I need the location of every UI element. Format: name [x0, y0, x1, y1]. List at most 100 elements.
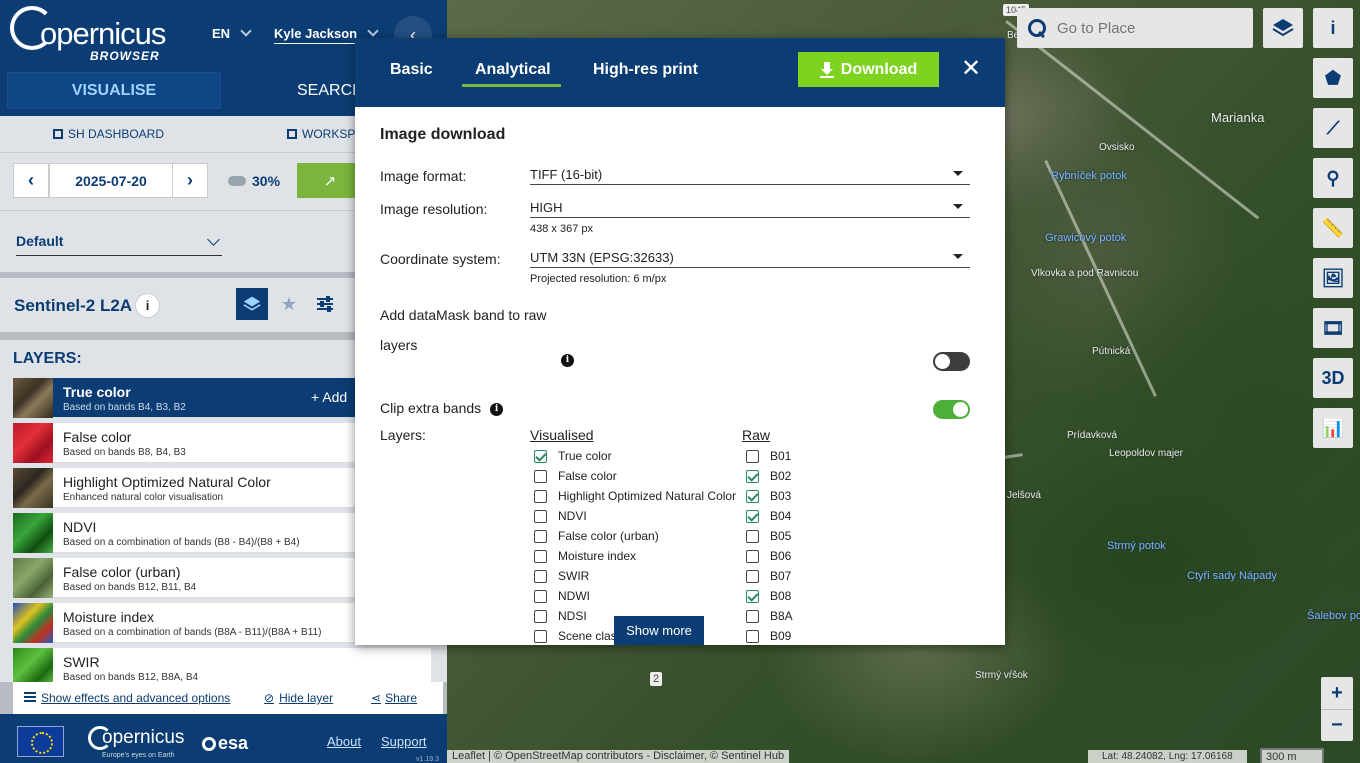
support-link[interactable]: Support: [381, 734, 427, 749]
adjust-sliders-icon[interactable]: [309, 288, 341, 320]
language-select[interactable]: EN: [212, 25, 252, 41]
checkbox-label: Highlight Optimized Natural Color: [558, 489, 737, 503]
visualised-layer-checkbox[interactable]: False color (urban): [534, 526, 659, 546]
raw-band-checkbox[interactable]: B08: [746, 586, 791, 606]
checkbox[interactable]: [746, 449, 759, 463]
search-date-button[interactable]: ↗: [297, 163, 363, 198]
visualised-layer-checkbox[interactable]: False color: [534, 466, 617, 486]
image-format-select[interactable]: TIFF (16-bit): [530, 163, 970, 185]
about-link[interactable]: About: [327, 734, 361, 749]
image-download-icon[interactable]: 🖼: [1313, 258, 1353, 298]
zoom-out-button[interactable]: −: [1321, 709, 1353, 741]
tab-high-res-print[interactable]: High-res print: [593, 61, 698, 79]
checkbox[interactable]: [534, 489, 547, 503]
checkbox[interactable]: [534, 469, 547, 483]
checkbox[interactable]: [534, 589, 547, 603]
datamask-toggle[interactable]: [933, 352, 970, 371]
raw-band-checkbox[interactable]: B03: [746, 486, 791, 506]
tab-search[interactable]: SEARCH: [297, 72, 364, 109]
histogram-icon[interactable]: 📊: [1313, 408, 1353, 448]
copernicus-browser-logo[interactable]: opernicus BROWSER: [10, 6, 166, 64]
zoom-in-button[interactable]: +: [1321, 677, 1353, 709]
info-icon[interactable]: i: [561, 354, 574, 367]
raw-band-checkbox[interactable]: B8A: [746, 606, 793, 626]
3d-icon[interactable]: 3D: [1313, 358, 1353, 398]
close-icon[interactable]: ✕: [961, 57, 981, 81]
checkbox[interactable]: [746, 569, 759, 583]
show-more-button[interactable]: Show more: [614, 616, 704, 645]
checkbox[interactable]: [534, 449, 547, 463]
layer-thumbnail: [13, 468, 53, 508]
visualised-layer-checkbox[interactable]: NDSI: [534, 606, 587, 626]
checkbox[interactable]: [534, 509, 547, 523]
raw-band-checkbox[interactable]: B05: [746, 526, 791, 546]
cloud-coverage[interactable]: 30%: [228, 173, 280, 189]
checkbox[interactable]: [746, 469, 759, 483]
checkbox[interactable]: [746, 629, 759, 643]
checkbox[interactable]: [746, 529, 759, 543]
info-icon[interactable]: i: [135, 293, 160, 318]
tab-basic[interactable]: Basic: [390, 61, 433, 79]
map-place-label: Jelšová: [1007, 490, 1041, 501]
tab-analytical[interactable]: Analytical: [475, 61, 551, 79]
eu-flag-logo: [17, 726, 64, 757]
go-to-place-box[interactable]: [1017, 8, 1253, 48]
visualised-layer-checkbox[interactable]: NDWI: [534, 586, 590, 606]
next-date-button[interactable]: ›: [172, 163, 208, 198]
raw-band-checkbox[interactable]: B07: [746, 566, 791, 586]
checkbox[interactable]: [534, 569, 547, 583]
checkbox[interactable]: [534, 629, 547, 643]
raw-band-checkbox[interactable]: B06: [746, 546, 791, 566]
share-link[interactable]: ⋖ Share: [371, 691, 417, 705]
date-field[interactable]: 2025-07-20: [49, 163, 173, 198]
raw-band-checkbox[interactable]: B01: [746, 446, 791, 466]
add-layer-button[interactable]: + Add: [311, 389, 347, 405]
checkbox[interactable]: [746, 509, 759, 523]
chevron-down-icon: [207, 233, 220, 246]
ruler-icon[interactable]: 📏: [1313, 208, 1353, 248]
map-attribution[interactable]: Leaflet | © OpenStreetMap contributors -…: [447, 750, 790, 763]
checkbox[interactable]: [534, 609, 547, 623]
checkbox[interactable]: [746, 609, 759, 623]
theme-select[interactable]: Default: [16, 233, 222, 256]
timelapse-film-icon[interactable]: 🎞: [1313, 308, 1353, 348]
raw-band-checkbox[interactable]: B04: [746, 506, 791, 526]
visualised-layer-checkbox[interactable]: Moisture index: [534, 546, 636, 566]
layers-tab-button[interactable]: [236, 288, 268, 320]
coordinate-system-select[interactable]: UTM 33N (EPSG:32633): [530, 246, 970, 268]
raw-band-checkbox[interactable]: B02: [746, 466, 791, 486]
map-place-label: Prídavková: [1067, 430, 1118, 441]
layer-item[interactable]: SWIR Based on bands B12, B8A, B4: [13, 648, 431, 682]
copernicus-logo[interactable]: opernicus Europe's eyes on Earth: [88, 726, 184, 759]
sh-dashboard-link[interactable]: SH DASHBOARD: [53, 127, 164, 141]
checkbox[interactable]: [746, 489, 759, 503]
info-icon[interactable]: i: [490, 402, 504, 416]
previous-date-button[interactable]: ‹: [13, 163, 49, 198]
workspace-link[interactable]: WORKSP: [287, 127, 355, 141]
hide-layer-link[interactable]: ⊘ Hide layer: [264, 691, 333, 705]
esa-logo[interactable]: esa: [202, 733, 248, 754]
checkbox-label: NDSI: [558, 609, 587, 623]
show-effects-link[interactable]: Show effects and advanced options: [24, 691, 230, 705]
download-button[interactable]: Download: [798, 52, 939, 87]
visualised-layer-checkbox[interactable]: NDVI: [534, 506, 587, 526]
checkbox[interactable]: [746, 589, 759, 603]
clip-extra-bands-toggle[interactable]: [933, 400, 970, 419]
location-pin-icon[interactable]: ⚲: [1313, 158, 1353, 198]
visualised-layer-checkbox[interactable]: SWIR: [534, 566, 589, 586]
checkbox-label: B01: [770, 449, 792, 463]
checkbox[interactable]: [534, 529, 547, 543]
pentagon-icon[interactable]: ⬟: [1313, 58, 1353, 98]
go-to-place-input[interactable]: [1057, 19, 1237, 37]
checkbox[interactable]: [746, 549, 759, 563]
line-measure-icon[interactable]: ⟋: [1313, 108, 1353, 148]
visualised-layer-checkbox[interactable]: Highlight Optimized Natural Color: [534, 486, 736, 506]
visualised-layer-checkbox[interactable]: True color: [534, 446, 612, 466]
favorites-star-icon[interactable]: ★: [273, 288, 305, 320]
info-icon[interactable]: i: [1313, 8, 1353, 48]
raw-band-checkbox[interactable]: B09: [746, 626, 791, 646]
image-resolution-select[interactable]: HIGH: [530, 196, 970, 218]
map-layers-button[interactable]: [1263, 8, 1303, 48]
checkbox[interactable]: [534, 549, 547, 563]
tab-visualise[interactable]: VISUALISE: [7, 72, 221, 109]
